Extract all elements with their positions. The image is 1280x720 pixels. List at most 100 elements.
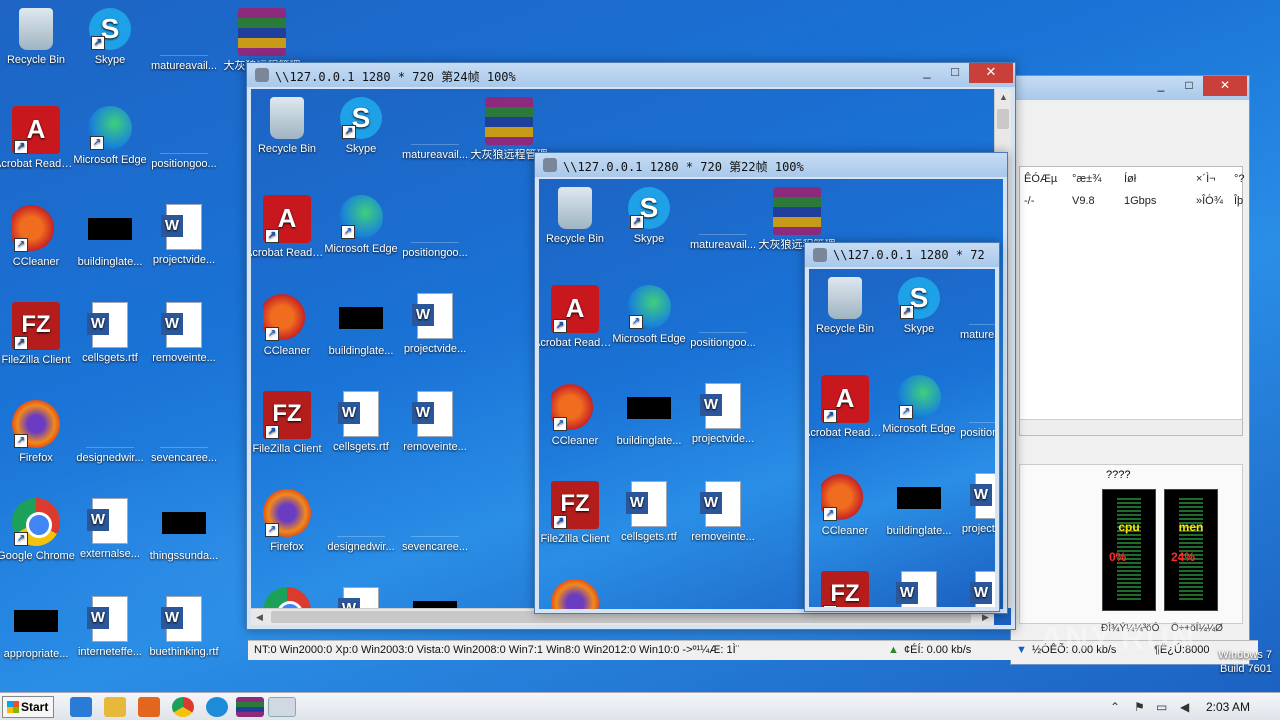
remote-control-icon[interactable]	[268, 697, 296, 717]
desktop-icon[interactable]: S ↗ Skype	[607, 187, 691, 246]
desktop-icon[interactable]: removeinte...	[951, 571, 995, 607]
desktop-icon[interactable]: positiongoo...	[681, 285, 765, 350]
window-2-titlebar[interactable]: \\127.0.0.1 1280 * 720 第22帧 100%	[535, 153, 1007, 177]
desktop-icon[interactable]: S ↗ Skype	[319, 97, 403, 156]
desktop-icon[interactable]: matureavail...	[142, 8, 226, 73]
desktop-icon[interactable]: Recycle Bin	[809, 277, 887, 336]
desktop-icon[interactable]: ↗ Google Chrome	[0, 498, 78, 563]
desktop-icon[interactable]: thingssunda...	[142, 498, 226, 563]
manager-window[interactable]: _ □ ✕ ÊÓÆµ °æ±¾ Íøł ×´Ì¬ °? -/- V9.8 1Gb…	[1010, 75, 1250, 665]
desktop-icon[interactable]: designedwir...	[319, 489, 403, 554]
column-header-status[interactable]: ×´Ì¬	[1196, 173, 1216, 185]
maximize-button[interactable]: □	[941, 63, 969, 83]
desktop-icon[interactable]: buildinglate...	[319, 293, 403, 358]
minimize-button[interactable]: _	[913, 63, 941, 83]
desktop-icon[interactable]: ↗ Microsoft Edge	[319, 195, 403, 256]
desktop-icon[interactable]: ↗Firefox	[0, 400, 78, 465]
desktop-icon[interactable]: removeinte...	[142, 302, 226, 365]
desktop-icon[interactable]: ↗ Microsoft Edge	[68, 106, 152, 167]
desktop-icon[interactable]: projectvide...	[142, 204, 226, 267]
host-list[interactable]: ÊÓÆµ °æ±¾ Íøł ×´Ì¬ °? -/- V9.8 1Gbps »ÎÓ…	[1019, 166, 1245, 436]
column-header-extra[interactable]: °?	[1234, 173, 1245, 185]
maximize-button[interactable]: □	[1175, 76, 1203, 96]
flag-icon[interactable]: ⚑	[1134, 700, 1145, 714]
clock[interactable]: 2:03 AM	[1206, 700, 1250, 714]
desktop-icon[interactable]: A↗ Acrobat Reader DC	[809, 375, 887, 440]
desktop-icon[interactable]: ↗ CCleaner	[0, 204, 78, 269]
desktop-icon[interactable]: FZ↗FileZilla Client	[0, 302, 78, 367]
desktop-icon[interactable]: interneteffe...	[68, 596, 152, 659]
desktop-icon[interactable]: positiongoo...	[393, 195, 477, 260]
desktop-icon[interactable]: removeinte...	[681, 481, 765, 544]
desktop-icon[interactable]: Recycle Bin	[251, 97, 329, 156]
desktop-icon[interactable]: Recycle Bin	[0, 8, 78, 67]
desktop-icon[interactable]: cellsgets.rtf	[319, 391, 403, 454]
desktop-icon[interactable]: positiongoo...	[951, 375, 995, 440]
scroll-left-icon[interactable]: ◀	[251, 609, 268, 625]
desktop-icon[interactable]: ↗ CCleaner	[251, 293, 329, 358]
explorer-icon[interactable]	[104, 697, 126, 717]
column-header-video[interactable]: ÊÓÆµ	[1024, 173, 1057, 185]
minimize-button[interactable]: _	[1147, 76, 1175, 96]
desktop-icon[interactable]: FZ↗FileZilla Client	[809, 571, 887, 607]
desktop-icon[interactable]: projectvide...	[681, 383, 765, 446]
ie-icon[interactable]	[70, 697, 92, 717]
desktop-icon[interactable]: projectvide...	[951, 473, 995, 536]
desktop-icon[interactable]: matureavail...	[951, 277, 995, 342]
column-header-version[interactable]: °æ±¾	[1072, 173, 1101, 185]
desktop-icon[interactable]: projectvide...	[393, 293, 477, 356]
manager-titlebar[interactable]: _ □ ✕	[1011, 76, 1249, 100]
desktop-icon[interactable]: FZ↗FileZilla Client	[539, 481, 617, 546]
start-button[interactable]: Start	[2, 696, 54, 718]
column-header-network[interactable]: Íøł	[1124, 173, 1136, 185]
desktop-icon[interactable]: matureavail...	[393, 97, 477, 162]
desktop-icon[interactable]: buildinglate...	[607, 383, 691, 448]
remote-view-window-3[interactable]: \\127.0.0.1 1280 * 72 Recycle Bin S ↗ Skype…	[804, 242, 1000, 612]
desktop-icon[interactable]: sevencaree...	[142, 400, 226, 465]
desktop-icon[interactable]: A↗ Acrobat Reader DC	[251, 195, 329, 260]
desktop-icon[interactable]: ↗Firefox	[251, 489, 329, 554]
edge-icon[interactable]	[206, 697, 228, 717]
desktop-icon[interactable]: buethinking.rtf	[142, 596, 226, 659]
desktop-icon[interactable]: A↗ Acrobat Reader DC	[0, 106, 78, 171]
close-button[interactable]: ✕	[1203, 76, 1247, 96]
desktop-icon[interactable]: matureavail...	[681, 187, 765, 252]
desktop-icon[interactable]: S ↗ Skype	[877, 277, 961, 336]
desktop-icon[interactable]: buildinglate...	[68, 204, 152, 269]
close-button[interactable]: ✕	[969, 63, 1013, 83]
tray-arrow-icon[interactable]: ⌃	[1110, 700, 1120, 714]
desktop-icon[interactable]: externalse...	[68, 498, 152, 561]
desktop-icon[interactable]: Recycle Bin	[539, 187, 617, 246]
desktop-icon[interactable]: positiongoo...	[142, 106, 226, 171]
desktop-icon[interactable]: S ↗ Skype	[68, 8, 152, 67]
volume-icon[interactable]: ◀	[1180, 700, 1189, 714]
desktop-icon[interactable]: ↗ CCleaner	[809, 473, 887, 538]
desktop-icon[interactable]: designedwir...	[68, 400, 152, 465]
host-list-scrollbar[interactable]	[1020, 419, 1242, 435]
winrar-icon[interactable]	[236, 697, 264, 717]
media-player-icon[interactable]	[138, 697, 160, 717]
desktop-icon[interactable]: ↗ Microsoft Edge	[877, 375, 961, 436]
desktop-icon[interactable]: FZ↗FileZilla Client	[251, 391, 329, 456]
scroll-thumb[interactable]	[997, 109, 1009, 129]
desktop-icon[interactable]: designedwir...	[607, 579, 691, 609]
desktop-icon[interactable]: cellsgets.rtf	[68, 302, 152, 365]
desktop-icon[interactable]: appropriate...	[0, 596, 78, 661]
desktop-icon[interactable]: sevencaree...	[393, 489, 477, 554]
window-3-client[interactable]: Recycle Bin S↗ Skype matureavail... A↗ Acroba…	[809, 269, 995, 607]
desktop-icon[interactable]: ↗ CCleaner	[539, 383, 617, 448]
chrome-icon[interactable]	[172, 697, 194, 717]
desktop-icon[interactable]: buildinglate...	[877, 473, 961, 538]
desktop-icon[interactable]: ↗Firefox	[539, 579, 617, 609]
remote-desktop-view[interactable]: Recycle Bin S↗ Skype matureavail... A↗ Acroba…	[809, 269, 995, 607]
desktop-icon[interactable]: A↗ Acrobat Reader DC	[539, 285, 617, 350]
network-icon[interactable]: ▭	[1156, 700, 1167, 714]
scroll-up-icon[interactable]: ▲	[995, 89, 1011, 106]
window-3-titlebar[interactable]: \\127.0.0.1 1280 * 72	[805, 243, 999, 267]
window-1-titlebar[interactable]: \\127.0.0.1 1280 * 720 第24帧 100% _ □ ✕	[247, 63, 1015, 87]
desktop-icon[interactable]: ↗ Microsoft Edge	[607, 285, 691, 346]
desktop-icon[interactable]: removeinte...	[393, 391, 477, 454]
desktop-icon[interactable]: cellsgets.rtf	[877, 571, 961, 607]
desktop-icon[interactable]: sevencaree...	[681, 579, 765, 609]
desktop-icon[interactable]: cellsgets.rtf	[607, 481, 691, 544]
